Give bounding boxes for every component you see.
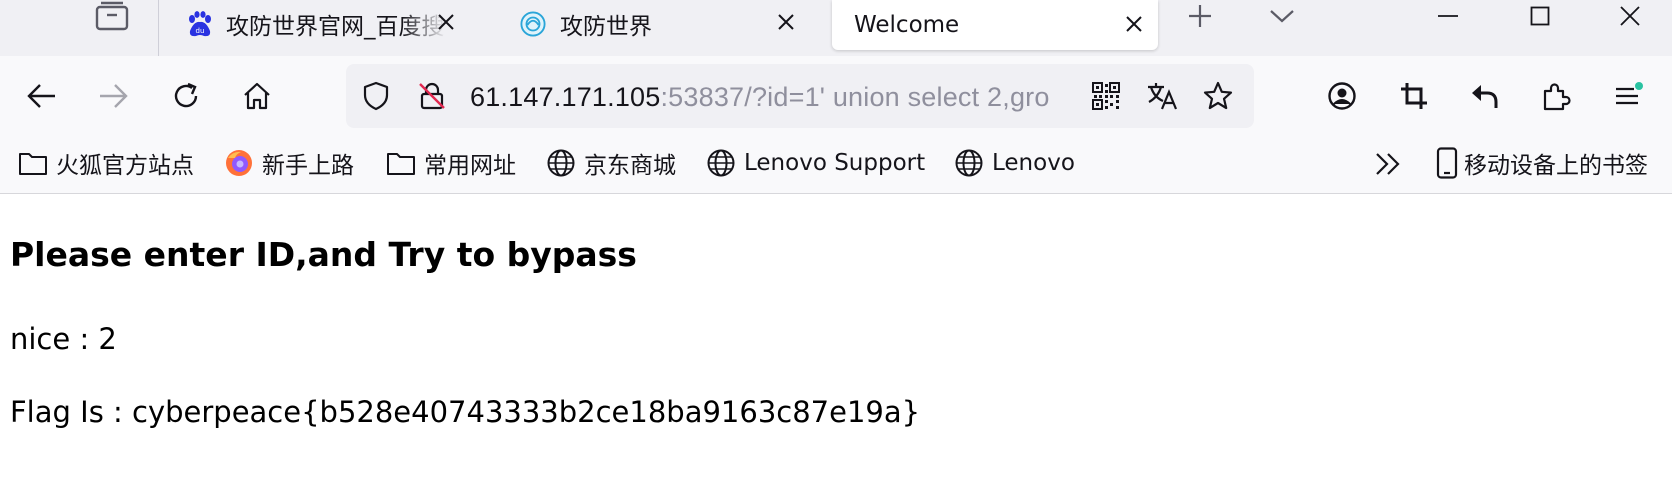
maximize-icon [1530, 6, 1550, 26]
screenshot-button[interactable] [1392, 74, 1436, 118]
back-button[interactable] [20, 74, 64, 118]
baidu-icon: du [186, 11, 212, 37]
close-icon [778, 14, 794, 30]
double-chevron-right-icon [1376, 153, 1400, 175]
tab-separator [158, 0, 159, 56]
reload-button[interactable] [164, 74, 208, 118]
mobile-device-icon [1432, 147, 1462, 179]
globe-icon [706, 148, 736, 178]
undo-close-button[interactable] [1462, 74, 1506, 118]
bookmark-label: 新手上路 [262, 153, 354, 179]
tab-title: Welcome [854, 12, 960, 38]
hamburger-menu-icon [1616, 82, 1643, 105]
forward-button[interactable] [91, 74, 135, 118]
adworld-icon [520, 11, 546, 37]
app-menu-button[interactable] [1606, 74, 1650, 118]
bookmark-lenovo-support[interactable]: Lenovo Support [706, 146, 925, 180]
bookmark-folder-common-sites[interactable]: 常用网址 [386, 146, 516, 180]
bookmark-label: 京东商城 [584, 153, 676, 179]
address-bar[interactable]: 61.147.171.105:53837/?id=1' union select… [346, 64, 1254, 128]
home-button[interactable] [235, 74, 279, 118]
home-icon [244, 82, 270, 110]
bookmarks-overflow-button[interactable] [1370, 146, 1406, 182]
tab-title: 攻防世界官网_百度搜 [226, 14, 445, 40]
minimize-icon [1438, 15, 1458, 17]
plus-icon [1189, 5, 1211, 27]
tab-close-button[interactable] [434, 10, 458, 34]
bookmark-star-icon[interactable] [1202, 80, 1234, 112]
globe-icon [546, 148, 576, 178]
close-icon [1620, 6, 1640, 26]
firefox-view-button[interactable] [88, 0, 136, 32]
chevron-down-icon [1270, 10, 1294, 23]
qr-code-icon[interactable] [1090, 80, 1122, 112]
back-arrow-icon [27, 84, 55, 108]
svg-text:du: du [196, 27, 205, 35]
reload-icon [174, 82, 198, 108]
bookmark-label: Lenovo Support [744, 150, 926, 176]
bookmark-label: 常用网址 [424, 153, 516, 179]
insecure-lock-icon[interactable] [416, 80, 448, 112]
maximize-button[interactable] [1516, 0, 1564, 32]
account-button[interactable] [1320, 74, 1364, 118]
translate-icon[interactable] [1146, 80, 1178, 112]
account-icon [1328, 82, 1356, 110]
url-text[interactable]: 61.147.171.105:53837/?id=1' union select… [470, 80, 1082, 114]
extensions-button[interactable] [1534, 74, 1578, 118]
mobile-bookmarks-folder[interactable]: 移动设备上的书签 [1432, 146, 1648, 180]
folder-icon [18, 148, 48, 178]
bookmarks-toolbar: 火狐官方站点 新手上路 常用网址 京东商城 Lenovo Support Len… [0, 132, 1672, 194]
minimize-button[interactable] [1424, 0, 1472, 32]
navigation-toolbar: 61.147.171.105:53837/?id=1' union select… [0, 56, 1672, 132]
url-host: 61.147.171.105 [470, 82, 661, 112]
bookmark-folder-firefox-official[interactable]: 火狐官方站点 [18, 146, 194, 180]
query-result-text: nice : 2 [10, 322, 117, 356]
globe-icon [954, 148, 984, 178]
close-icon [438, 14, 454, 30]
list-all-tabs-button[interactable] [1258, 0, 1306, 32]
window-close-button[interactable] [1606, 0, 1654, 32]
tab-close-button[interactable] [1122, 12, 1146, 36]
url-path: :53837/?id=1' union select 2,gro [660, 82, 1050, 112]
page-content: Please enter ID,and Try to bypass nice :… [0, 195, 1672, 482]
tab-title: 攻防世界 [560, 14, 652, 40]
tab-welcome[interactable]: Welcome [832, 0, 1158, 50]
tab-strip: du 攻防世界官网_百度搜 攻防世界 Welcome [0, 0, 1672, 56]
tab-baidu[interactable]: du 攻防世界官网_百度搜 [170, 0, 470, 48]
folder-icon [386, 148, 416, 178]
firefox-view-icon [95, 1, 129, 31]
undo-arrow-icon [1472, 85, 1498, 108]
firefox-icon [224, 148, 254, 178]
page-heading: Please enter ID,and Try to bypass [10, 235, 637, 274]
tracking-protection-shield-icon[interactable] [360, 80, 392, 112]
forward-arrow-icon [100, 84, 128, 108]
bookmark-lenovo[interactable]: Lenovo [954, 146, 1075, 180]
tab-adworld[interactable]: 攻防世界 [500, 0, 810, 48]
puzzle-piece-icon [1543, 83, 1571, 111]
bookmark-label: 火狐官方站点 [56, 153, 194, 179]
flag-text: Flag Is : cyberpeace{b528e40743333b2ce18… [10, 395, 921, 429]
bookmark-getting-started[interactable]: 新手上路 [224, 146, 354, 180]
bookmark-label: Lenovo [992, 150, 1075, 176]
close-icon [1126, 16, 1142, 32]
crop-icon [1401, 83, 1427, 109]
new-tab-button[interactable] [1176, 0, 1224, 32]
bookmark-jd-mall[interactable]: 京东商城 [546, 146, 676, 180]
bookmark-label: 移动设备上的书签 [1464, 153, 1648, 179]
tab-close-button[interactable] [774, 10, 798, 34]
